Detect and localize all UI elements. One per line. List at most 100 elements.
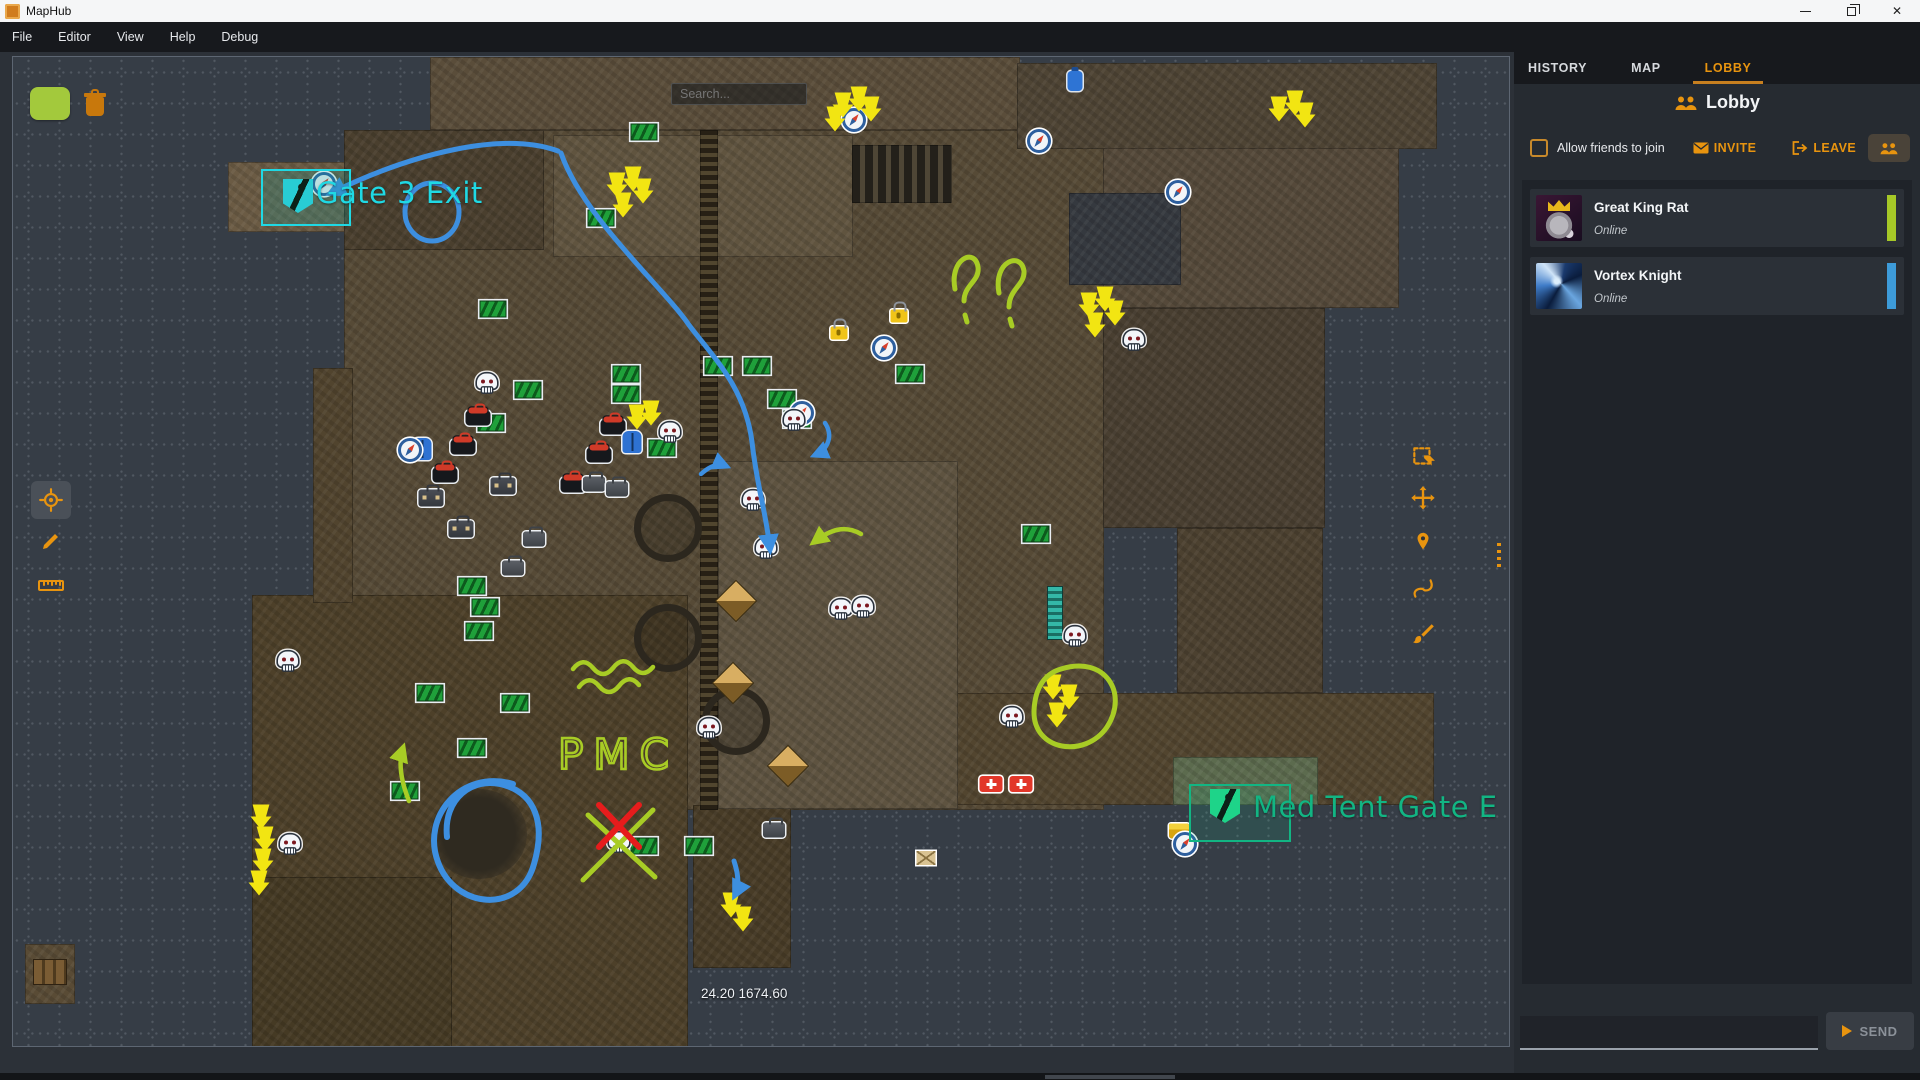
map-icon-pit[interactable]	[431, 789, 527, 879]
tool-spline-button[interactable]	[1403, 569, 1443, 607]
map-icon-skull[interactable]	[1065, 627, 1085, 642]
map-icon-toolbox[interactable]	[583, 477, 605, 492]
chat-input[interactable]	[1520, 1016, 1818, 1050]
map-icon-skull[interactable]	[756, 539, 776, 554]
menu-item-file[interactable]: File	[12, 30, 32, 44]
map-icon-compass[interactable]	[398, 438, 422, 462]
map-icon-crate[interactable]	[705, 358, 732, 375]
map-icon-toolbox[interactable]	[523, 532, 545, 547]
panel-splitter-handle[interactable]	[1497, 543, 1501, 569]
tool-ruler-button[interactable]	[31, 566, 71, 604]
map-icon-skull[interactable]	[1002, 708, 1022, 723]
leave-button[interactable]: LEAVE	[1792, 141, 1856, 155]
map-icon-tank[interactable]	[634, 604, 702, 672]
map-icon-crate[interactable]	[631, 838, 658, 855]
map-icon-duffle[interactable]	[433, 468, 458, 483]
members-button[interactable]	[1868, 134, 1910, 162]
map-icon-crate[interactable]	[588, 210, 615, 227]
tab-lobby[interactable]: LOBBY	[1703, 53, 1754, 83]
member-card[interactable]: Great King RatOnline	[1530, 189, 1904, 247]
tool-brush-button[interactable]	[1403, 615, 1443, 653]
map-icon-case[interactable]	[491, 478, 516, 495]
map-icon-skull[interactable]	[1124, 331, 1144, 346]
map-icon-skull[interactable]	[784, 411, 804, 426]
tool-move-button[interactable]	[1403, 480, 1443, 518]
map-icon-duffle[interactable]	[587, 448, 612, 463]
send-button[interactable]: SEND	[1826, 1012, 1914, 1050]
map-icon-compass[interactable]	[1027, 129, 1051, 153]
tool-pencil-button[interactable]	[31, 522, 71, 560]
map-icon-skull[interactable]	[477, 374, 497, 389]
tool-pin-button[interactable]	[1403, 523, 1443, 561]
map-icon-crate[interactable]	[515, 382, 542, 399]
map-icon-toolbox[interactable]	[502, 561, 524, 576]
tab-map[interactable]: MAP	[1629, 53, 1663, 83]
map-icon-skull[interactable]	[831, 600, 851, 615]
scrollbar-thumb[interactable]	[1045, 1075, 1175, 1079]
map-icon-crate[interactable]	[417, 685, 444, 702]
map-icon-crate[interactable]	[631, 124, 658, 141]
map-icon-duffle[interactable]	[561, 478, 586, 493]
map-icon-skull[interactable]	[660, 423, 680, 438]
minimize-button[interactable]	[1782, 0, 1828, 22]
map-icon-tanbox[interactable]	[917, 851, 936, 865]
search-input[interactable]	[671, 83, 807, 105]
map-icon-toolbox[interactable]	[606, 482, 628, 497]
map-icon-toolbox[interactable]	[763, 823, 785, 838]
close-button[interactable]: ✕	[1874, 0, 1920, 22]
map-icon-medkit[interactable]	[980, 776, 1003, 792]
map-icon-case[interactable]	[449, 521, 474, 538]
map-icon-fence[interactable]	[1048, 587, 1062, 639]
menu-item-view[interactable]: View	[117, 30, 144, 44]
map-icon-compass[interactable]	[1166, 180, 1190, 204]
menu-item-help[interactable]: Help	[170, 30, 196, 44]
map-icon-crate[interactable]	[392, 783, 419, 800]
map-icon-crate[interactable]	[472, 599, 499, 616]
map-icon-crate[interactable]	[466, 623, 493, 640]
map-icon-lock[interactable]	[831, 327, 848, 340]
map-icon-crate[interactable]	[613, 386, 640, 403]
trash-button[interactable]	[84, 89, 106, 117]
map-icon-crate[interactable]	[480, 301, 507, 318]
map-icon-crate[interactable]	[459, 740, 486, 757]
map-icon-crate[interactable]	[649, 440, 676, 457]
restore-button[interactable]	[1828, 0, 1874, 22]
map-icon-skull[interactable]	[853, 598, 873, 613]
map-viewport[interactable]: PMC Gate 3 ExitMed Tent Gate E 24.20 167…	[12, 56, 1510, 1047]
map-icon-crate[interactable]	[613, 366, 640, 383]
map-icon-crate[interactable]	[897, 366, 924, 383]
map-icon-skull[interactable]	[609, 833, 629, 848]
map-icon-crate[interactable]	[1023, 526, 1050, 543]
menu-item-debug[interactable]: Debug	[221, 30, 258, 44]
map-icon-tank[interactable]	[634, 494, 702, 562]
map-icon-medkit[interactable]	[1010, 776, 1033, 792]
color-swatch-button[interactable]	[30, 87, 70, 120]
tool-locate-button[interactable]	[31, 481, 71, 519]
member-list: Great King RatOnline Vortex KnightOnline	[1522, 180, 1912, 984]
horizontal-scrollbar[interactable]	[0, 1073, 1920, 1080]
map-icon-duffle[interactable]	[466, 411, 491, 426]
tab-history[interactable]: HISTORY	[1526, 53, 1589, 83]
map-icon-compass[interactable]	[872, 336, 896, 360]
map-icon-crate[interactable]	[459, 578, 486, 595]
member-card[interactable]: Vortex KnightOnline	[1530, 257, 1904, 315]
map-icon-crate[interactable]	[744, 358, 771, 375]
tool-marquee-button[interactable]	[1403, 438, 1443, 476]
map-icon-jug[interactable]	[1068, 71, 1083, 91]
invite-button[interactable]: INVITE	[1693, 141, 1757, 155]
map-icon-skull[interactable]	[699, 719, 719, 734]
map-icon-crate[interactable]	[686, 838, 713, 855]
map-icon-skull[interactable]	[280, 835, 300, 850]
menu-item-editor[interactable]: Editor	[58, 30, 91, 44]
map-icon-lock[interactable]	[891, 310, 908, 323]
allow-friends-checkbox[interactable]	[1530, 139, 1548, 157]
map-icon-jacket[interactable]	[623, 431, 642, 453]
map-icon-case[interactable]	[419, 490, 444, 507]
map-icon-barrels[interactable]	[33, 959, 67, 985]
map-terrain-patch	[1177, 528, 1323, 693]
map-icon-crate[interactable]	[502, 695, 529, 712]
map-icon-skull[interactable]	[278, 652, 298, 667]
map-icon-duffle[interactable]	[601, 420, 626, 435]
map-icon-skull[interactable]	[743, 491, 763, 506]
map-icon-duffle[interactable]	[451, 440, 476, 455]
